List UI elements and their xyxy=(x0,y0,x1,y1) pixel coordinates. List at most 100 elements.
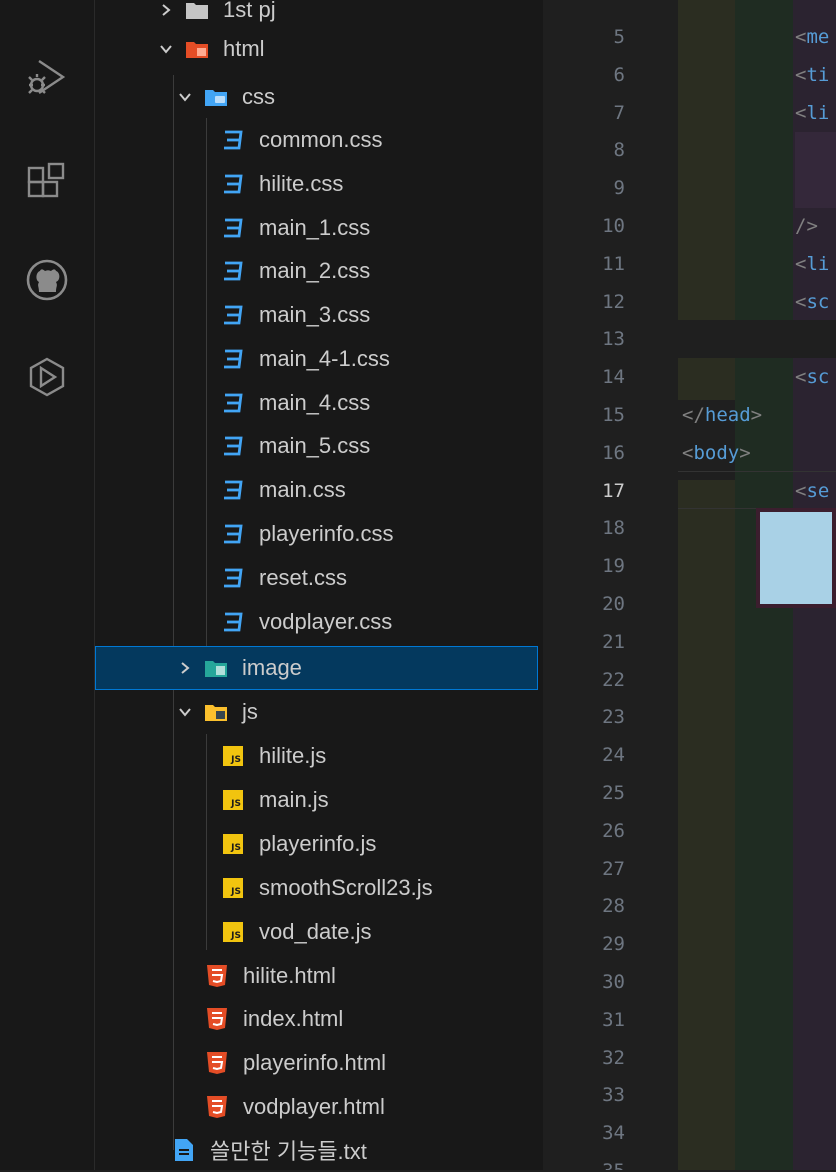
tree-file-item[interactable]: main_2.css xyxy=(95,249,543,293)
tree-item-label: playerinfo.js xyxy=(259,831,377,856)
line-number: 15 xyxy=(602,404,625,426)
tree-item-label: hilite.html xyxy=(243,963,336,988)
line-number: 23 xyxy=(602,706,625,729)
tree-file-item[interactable]: vodplayer.css xyxy=(95,600,543,644)
highlight-block xyxy=(795,132,836,208)
tree-file-item[interactable]: playerinfo.html xyxy=(95,1041,543,1085)
line-number: 25 xyxy=(602,782,625,804)
tree-item-label: main.css xyxy=(259,477,346,502)
html-file-icon xyxy=(205,1051,229,1075)
code-bracket: < xyxy=(795,479,807,502)
code-line: <li xyxy=(795,94,829,132)
line-number: 35 xyxy=(543,1152,625,1170)
code-bracket: < xyxy=(795,366,807,389)
tree-file-item[interactable]: JS vod_date.js xyxy=(95,910,543,954)
code-bracket: < xyxy=(795,63,807,86)
tree-item-label: css xyxy=(242,84,275,109)
extensions-icon[interactable] xyxy=(0,162,94,206)
code-bracket: < xyxy=(795,290,807,313)
tree-file-item[interactable]: hilite.css xyxy=(95,162,543,206)
css-file-icon xyxy=(221,610,245,634)
tree-item-label: main_1.css xyxy=(259,215,371,240)
line-number-gutter: 5 6 7 8 9 10 11 12 13 14 15 16 17 18 19 20 21 22 23 24 25 26 2… xyxy=(543,0,678,1170)
js-file-icon: JS xyxy=(221,744,245,768)
line-number: 29 xyxy=(602,933,625,956)
tree-file-item[interactable]: vodplayer.html xyxy=(95,1085,543,1129)
line-number: 17 xyxy=(602,479,625,502)
code-bracket: > xyxy=(739,441,751,464)
chevron-right-icon xyxy=(174,657,196,679)
tree-file-item[interactable]: JS hilite.js xyxy=(95,734,543,778)
tree-file-item[interactable]: main_4.css xyxy=(95,381,543,425)
tree-file-item[interactable]: main_4-1.css xyxy=(95,337,543,381)
code-line: <body> xyxy=(682,434,751,472)
code-tag-name: li xyxy=(806,101,830,124)
js-file-icon: JS xyxy=(221,788,245,812)
tree-item-label: vodplayer.css xyxy=(259,609,393,634)
tree-item-label: 1st pj xyxy=(223,0,276,22)
line-number: 11 xyxy=(602,252,625,275)
tree-file-item[interactable]: main_1.css xyxy=(95,206,543,250)
code-tag-name: body xyxy=(693,441,740,464)
line-number: 27 xyxy=(602,857,625,880)
activity-bar xyxy=(0,0,95,1170)
line-number: 12 xyxy=(602,290,625,313)
tree-item-label: vodplayer.html xyxy=(243,1094,385,1119)
explorer-panel: 1st pj html css common.css hilite.css main_1… xyxy=(95,0,543,1170)
line-number: 32 xyxy=(602,1046,625,1069)
code-tag-name: me xyxy=(806,26,830,48)
tree-file-item[interactable]: JS smoothScroll23.js xyxy=(95,866,543,910)
js-folder-icon xyxy=(204,700,228,724)
code-line: /> xyxy=(795,215,818,237)
css-file-icon xyxy=(221,478,245,502)
tree-file-item[interactable]: hilite.html xyxy=(95,954,543,998)
tree-item-label: common.css xyxy=(259,127,383,152)
css-file-icon xyxy=(221,522,245,546)
line-number: 16 xyxy=(602,441,625,464)
line-number: 10 xyxy=(602,215,625,237)
tree-folder-css[interactable]: css xyxy=(95,75,543,119)
js-file-icon: JS xyxy=(221,876,245,900)
tree-file-item[interactable]: 쓸만한 기능들.txt xyxy=(95,1128,543,1172)
line-number: 6 xyxy=(613,63,625,86)
code-line: <se xyxy=(795,472,829,510)
tree-file-item[interactable]: playerinfo.css xyxy=(95,512,543,556)
folder-icon xyxy=(185,0,209,22)
line-number: 19 xyxy=(602,555,625,578)
tree-item-label: image xyxy=(242,655,302,680)
github-icon[interactable] xyxy=(0,258,94,302)
tree-file-item[interactable]: main_3.css xyxy=(95,293,543,337)
code-line: <me xyxy=(795,18,829,56)
tree-item-label: main_3.css xyxy=(259,302,371,327)
tree-item-label: hilite.js xyxy=(259,743,327,768)
tree-folder-image[interactable]: image xyxy=(95,646,538,690)
remote-explorer-icon[interactable] xyxy=(0,355,94,399)
css-file-icon xyxy=(221,128,245,152)
tree-file-item[interactable]: main_5.css xyxy=(95,424,543,468)
code-line: <sc xyxy=(795,283,829,321)
html-file-icon xyxy=(205,1007,229,1031)
tree-item-label: main_2.css xyxy=(259,258,371,283)
css-file-icon xyxy=(221,303,245,327)
tree-file-item[interactable]: reset.css xyxy=(95,556,543,600)
tree-item-label: main_5.css xyxy=(259,433,371,458)
tree-file-item[interactable]: common.css xyxy=(95,118,543,162)
tree-item-label: reset.css xyxy=(259,565,348,590)
tree-file-item[interactable]: JS main.js xyxy=(95,778,543,822)
tree-file-item[interactable]: main.css xyxy=(95,468,543,512)
tree-file-item[interactable]: index.html xyxy=(95,997,543,1041)
tree-item-label: main.js xyxy=(259,787,329,812)
code-tag-name: sc xyxy=(806,290,830,313)
line-number: 24 xyxy=(602,744,625,767)
run-debug-icon[interactable] xyxy=(0,55,94,99)
tree-folder-html[interactable]: html xyxy=(95,27,543,71)
line-number: 5 xyxy=(613,26,625,48)
tree-folder-js[interactable]: js xyxy=(95,690,543,734)
tree-file-item[interactable]: JS playerinfo.js xyxy=(95,822,543,866)
js-file-icon: JS xyxy=(221,832,245,856)
tree-item-label: index.html xyxy=(243,1006,344,1031)
code-line: <sc xyxy=(795,358,829,396)
js-file-icon: JS xyxy=(221,920,245,944)
chevron-down-icon xyxy=(155,38,177,60)
code-editor[interactable]: 5 6 7 8 9 10 11 12 13 14 15 16 17 18 19 20 21 22 23 24 25 26 2… xyxy=(543,0,836,1170)
